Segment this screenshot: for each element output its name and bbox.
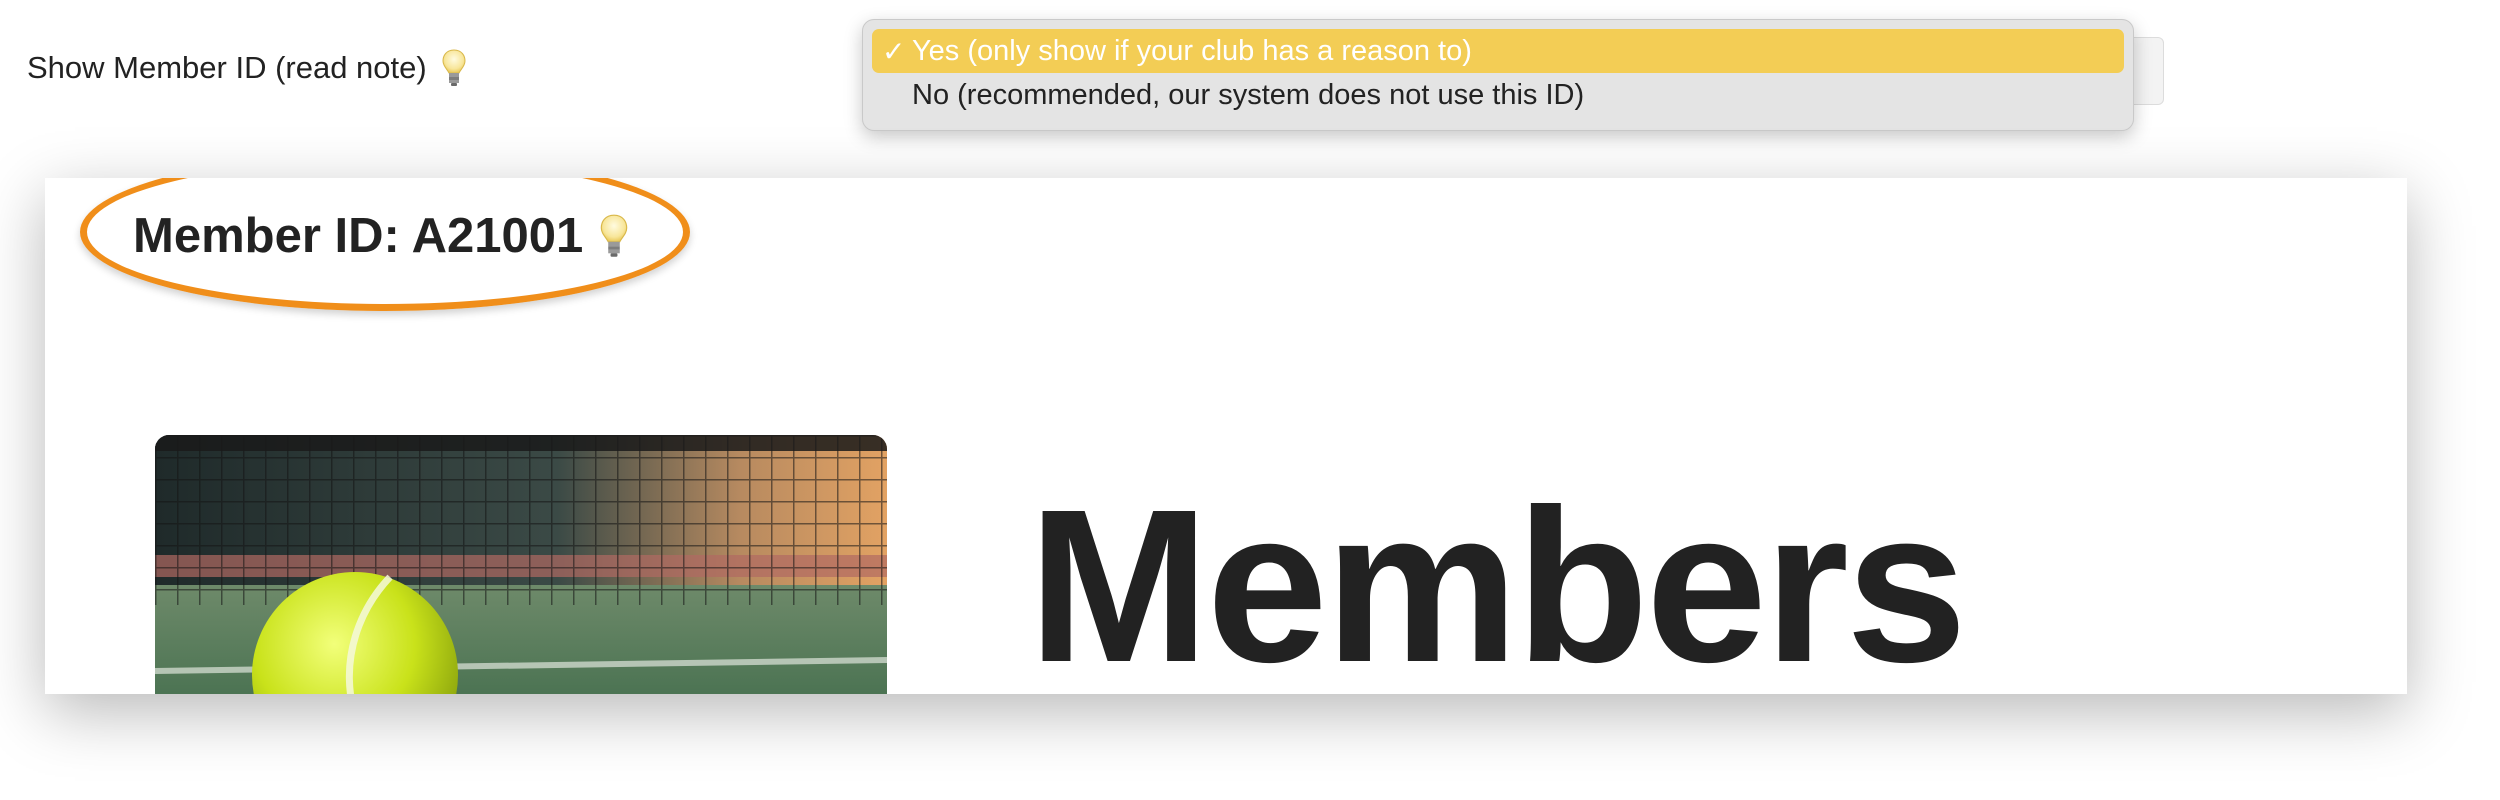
option-label: Yes (only show if your club has a reason… <box>912 34 1472 67</box>
option-label: No (recommended, our system does not use… <box>912 78 1585 111</box>
dropdown-option-no[interactable]: No (recommended, our system does not use… <box>872 73 2124 117</box>
member-page-preview: Member ID: A21001 Members <box>45 178 2407 694</box>
setting-label-text: Show Member ID (read note) <box>27 50 427 85</box>
member-id-dropdown-menu: ✓ Yes (only show if your club has a reas… <box>862 19 2134 131</box>
member-id-setting-row: Show Member ID (read note) ✓ Yes (only s… <box>0 0 2500 140</box>
lightbulb-icon[interactable] <box>599 212 629 260</box>
member-id-label: Member ID: A21001 <box>133 208 629 264</box>
dropdown-option-yes[interactable]: ✓ Yes (only show if your club has a reas… <box>872 29 2124 73</box>
member-id-text: Member ID: A21001 <box>133 209 584 263</box>
lightbulb-icon[interactable] <box>441 48 467 88</box>
page-title: Members <box>1028 465 1967 695</box>
tennis-ball-photo <box>155 435 887 694</box>
setting-label: Show Member ID (read note) <box>27 48 467 88</box>
checkmark-icon: ✓ <box>882 35 906 67</box>
